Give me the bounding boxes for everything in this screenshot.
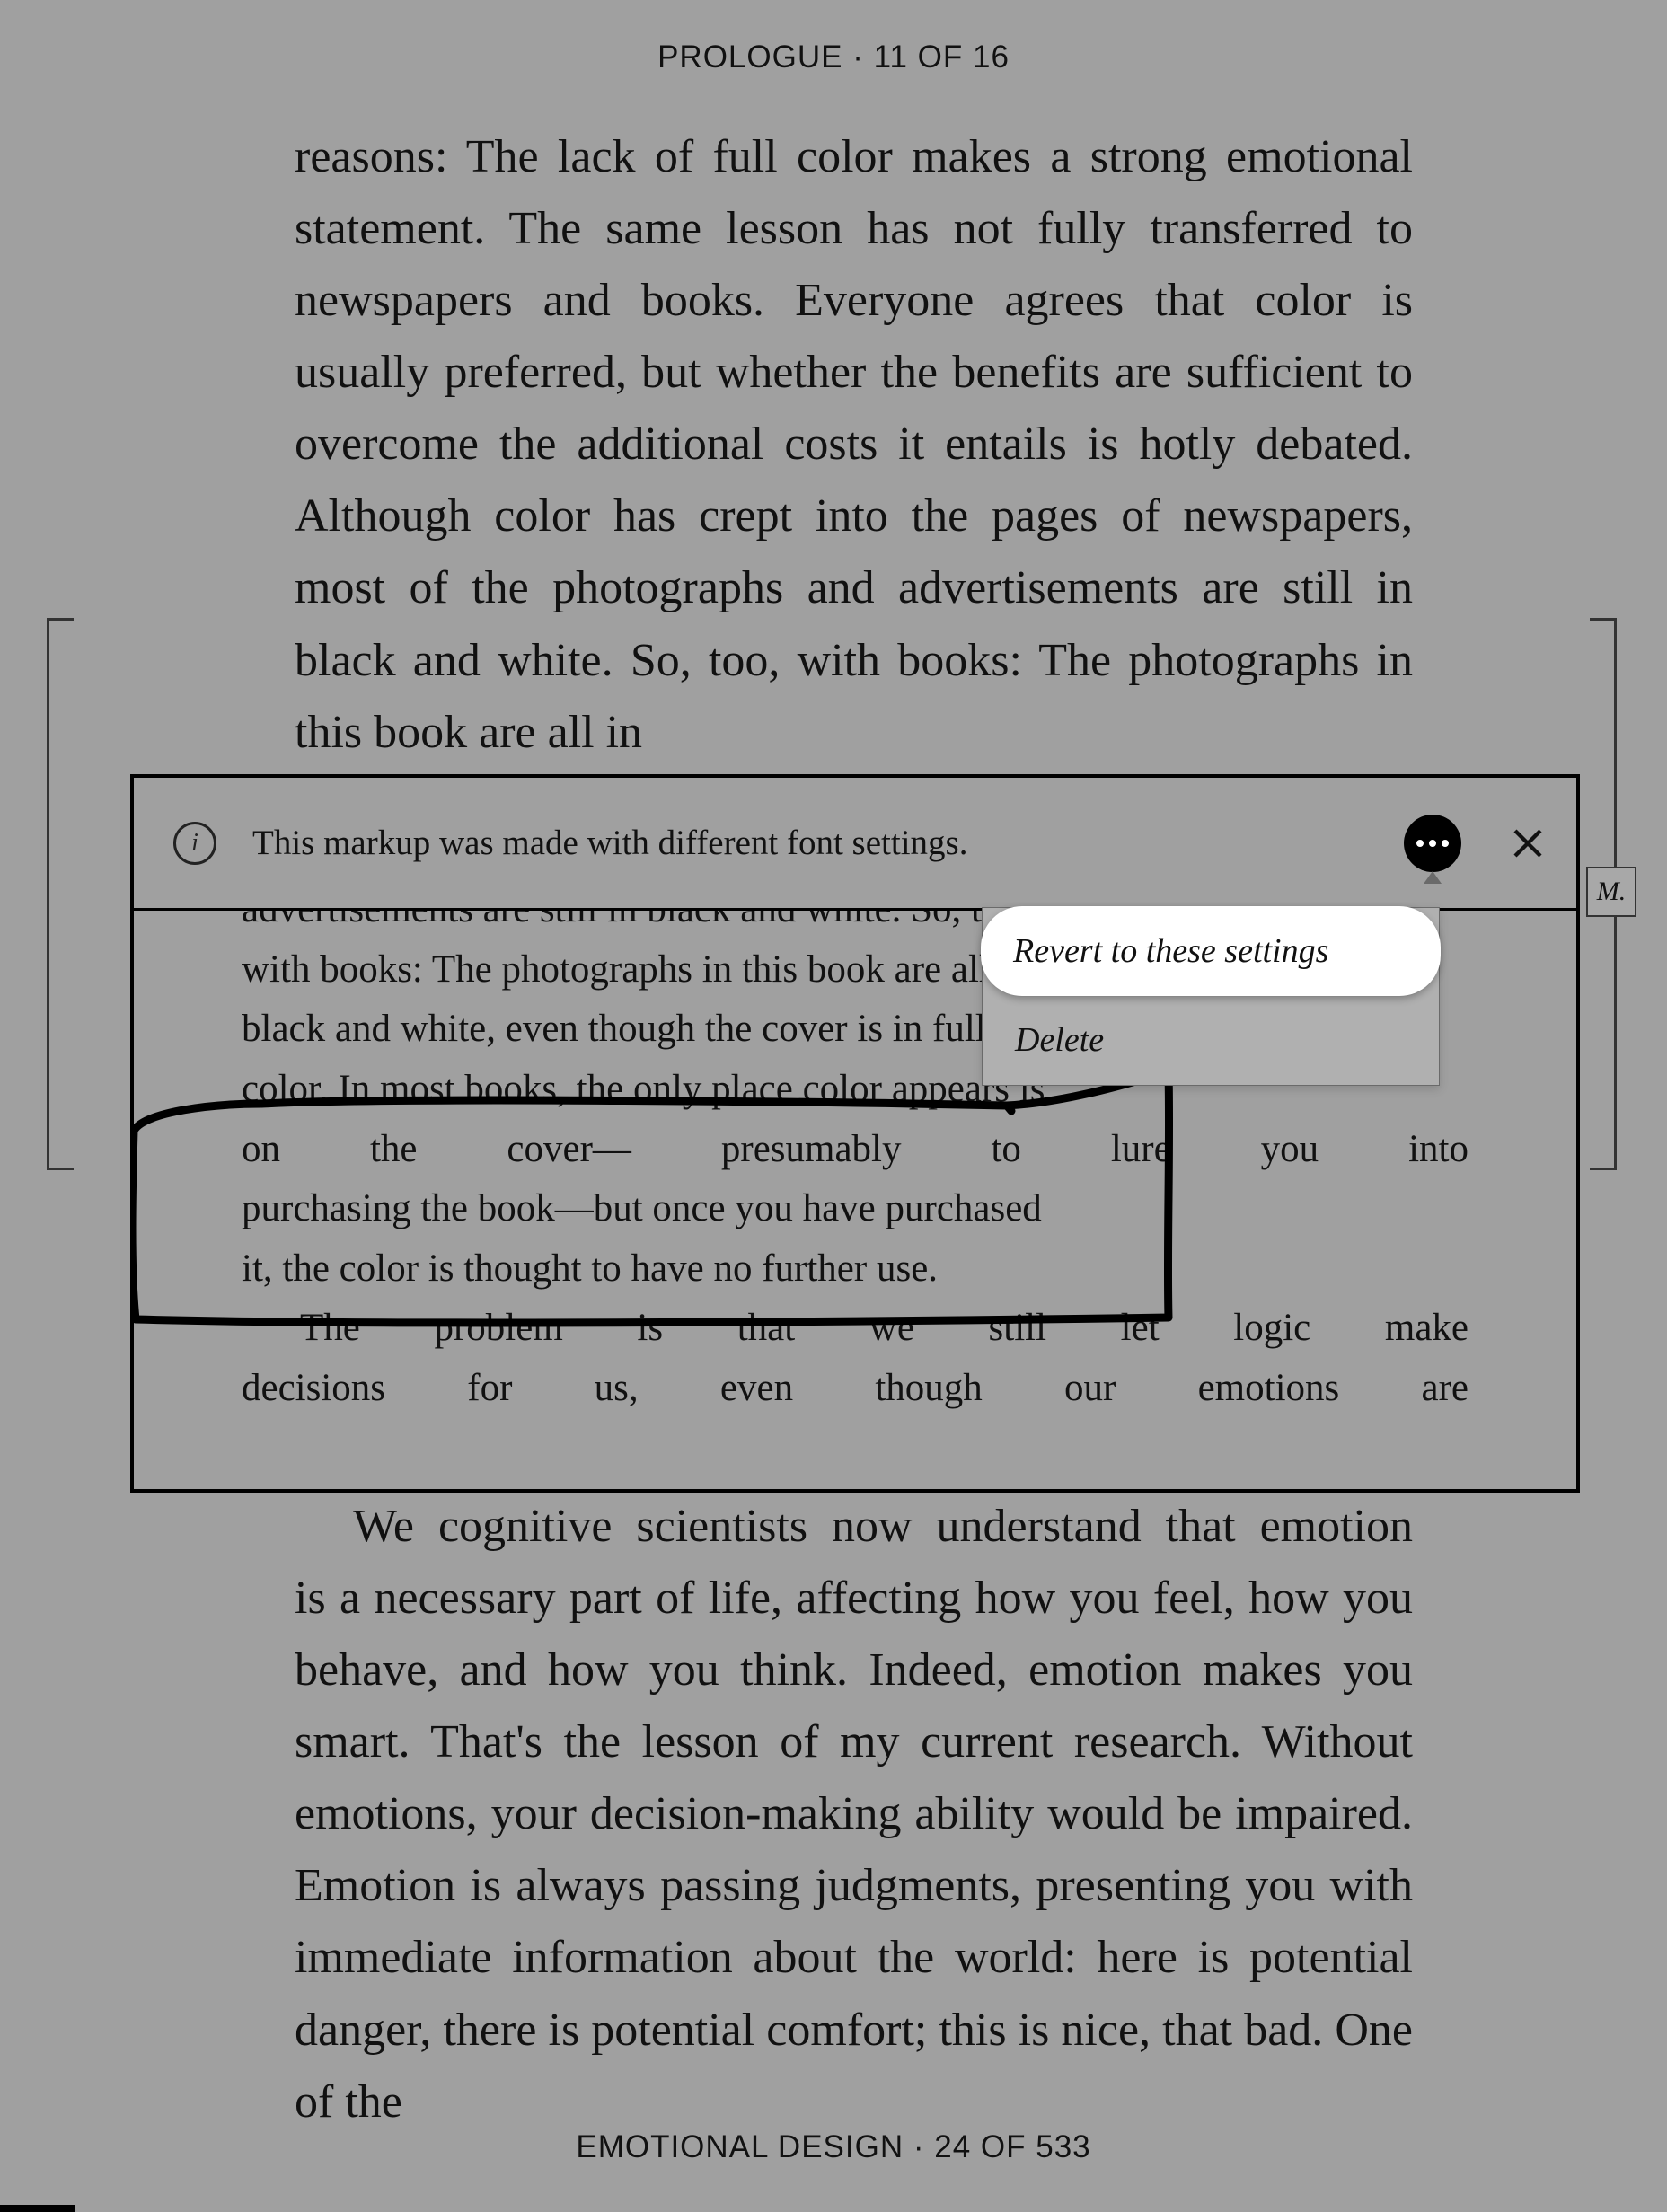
reading-text-top[interactable]: reasons: The lack of full color makes a … [295, 121, 1413, 769]
reading-progress-bar [0, 2205, 75, 2212]
overlay-text-line: decisions for us, even though our emotio… [242, 1359, 1469, 1419]
book-title: EMOTIONAL DESIGN [576, 2129, 904, 2164]
close-button[interactable] [1506, 822, 1549, 865]
option-label: Revert to these settings [1013, 932, 1328, 970]
signature-button[interactable]: M. [1586, 867, 1636, 917]
options-popover: Revert to these settings Delete [982, 907, 1440, 1086]
separator: · [852, 40, 864, 75]
separator: · [913, 2129, 925, 2164]
close-icon [1509, 824, 1547, 862]
markup-overlay: i This markup was made with different fo… [130, 774, 1580, 1493]
paragraph-text: is a necessary part of life, affecting h… [295, 1563, 1413, 2138]
overlay-message: This markup was made with different font… [252, 823, 1404, 863]
overlay-text-line: The problem is that we still let logic m… [242, 1299, 1469, 1359]
book-progress-footer: EMOTIONAL DESIGN · 24 OF 533 [0, 2129, 1667, 2165]
delete-option[interactable]: Delete [983, 995, 1439, 1085]
overlay-text-line: purchasing the book—but once you have pu… [242, 1179, 1469, 1239]
paragraph-line: We cognitive scientists now understand t… [295, 1491, 1413, 1563]
more-options-button[interactable] [1404, 815, 1461, 872]
overlay-text-line: it, the color is thought to have no furt… [242, 1239, 1469, 1300]
revert-settings-option[interactable]: Revert to these settings [981, 906, 1441, 997]
overlay-header: i This markup was made with different fo… [134, 778, 1576, 911]
signature-icon: M. [1597, 877, 1627, 906]
selection-bracket-left[interactable] [47, 618, 74, 1170]
chapter-page-count: 11 OF 16 [874, 40, 1010, 75]
chapter-progress-header: PROLOGUE · 11 OF 16 [0, 0, 1667, 75]
info-icon: i [173, 822, 216, 865]
book-page-count: 24 OF 533 [934, 2129, 1090, 2164]
chapter-name: PROLOGUE [657, 40, 842, 75]
option-label: Delete [1015, 1021, 1104, 1059]
paragraph-text: reasons: The lack of full color makes a … [295, 131, 1413, 758]
reading-text-bottom[interactable]: We cognitive scientists now understand t… [295, 1491, 1413, 2138]
overlay-text-line: on the cover— presumably to lure you int… [242, 1120, 1469, 1180]
